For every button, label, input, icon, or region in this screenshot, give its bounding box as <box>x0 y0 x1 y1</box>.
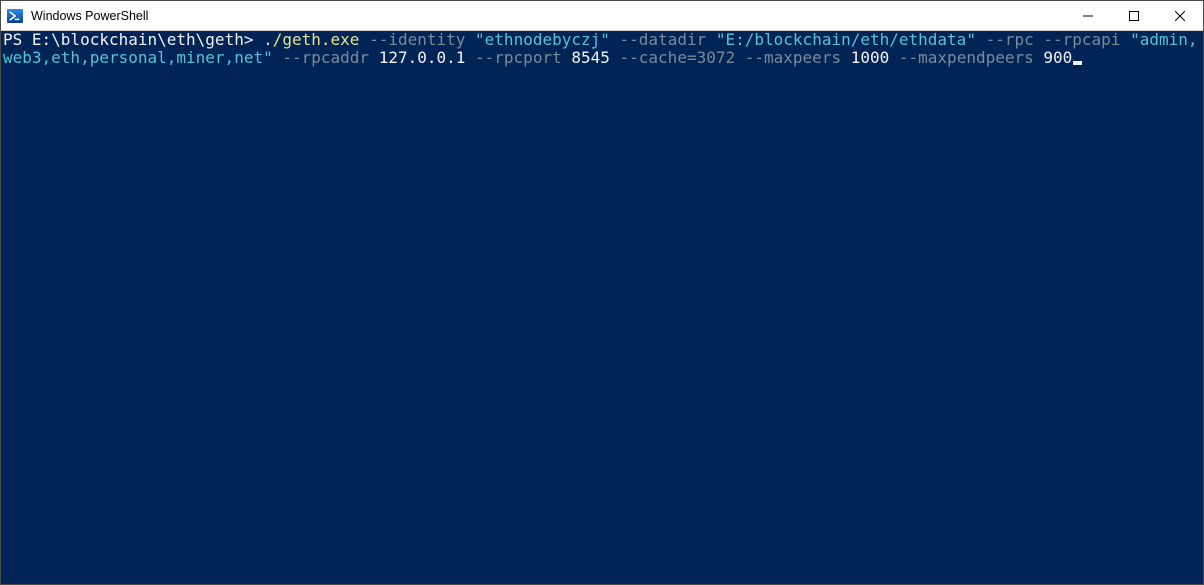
flag-rpcaddr: --rpcaddr <box>282 48 378 67</box>
val-maxpeers: 1000 <box>851 48 899 67</box>
flag-datadir: --datadir <box>620 31 716 49</box>
maximize-button[interactable] <box>1111 1 1157 30</box>
flag-rpcport: --rpcport <box>475 48 571 67</box>
prompt-path: E:\blockchain\eth\geth <box>32 31 244 49</box>
val-rpcaddr: 127.0.0.1 <box>379 48 475 67</box>
cmd-exe: ./geth.exe <box>263 31 369 49</box>
prompt-suffix: > <box>244 31 263 49</box>
minimize-button[interactable] <box>1065 1 1111 30</box>
powershell-window: Windows PowerShell PS E:\blockchain\eth\… <box>0 0 1204 585</box>
flag-cache: --cache=3072 <box>620 48 745 67</box>
flag-maxpendpeers: --maxpendpeers <box>899 48 1044 67</box>
close-button[interactable] <box>1157 1 1203 30</box>
terminal-area[interactable]: PS E:\blockchain\eth\geth> ./geth.exe --… <box>1 31 1203 584</box>
flag-maxpeers: --maxpeers <box>745 48 851 67</box>
val-rpcport: 8545 <box>571 48 619 67</box>
flag-identity: --identity <box>369 31 475 49</box>
powershell-icon <box>7 8 23 24</box>
window-title: Windows PowerShell <box>31 9 1065 23</box>
prompt-prefix: PS <box>3 31 32 49</box>
cursor <box>1073 61 1082 65</box>
val-datadir: "E:/blockchain/eth/ethdata" <box>716 31 986 49</box>
val-maxpendpeers: 900 <box>1043 48 1072 67</box>
flag-rpcapi: --rpcapi <box>1043 31 1130 49</box>
flag-rpc: --rpc <box>986 31 1044 49</box>
val-identity: "ethnodebyczj" <box>475 31 620 49</box>
window-controls <box>1065 1 1203 30</box>
titlebar[interactable]: Windows PowerShell <box>1 1 1203 31</box>
